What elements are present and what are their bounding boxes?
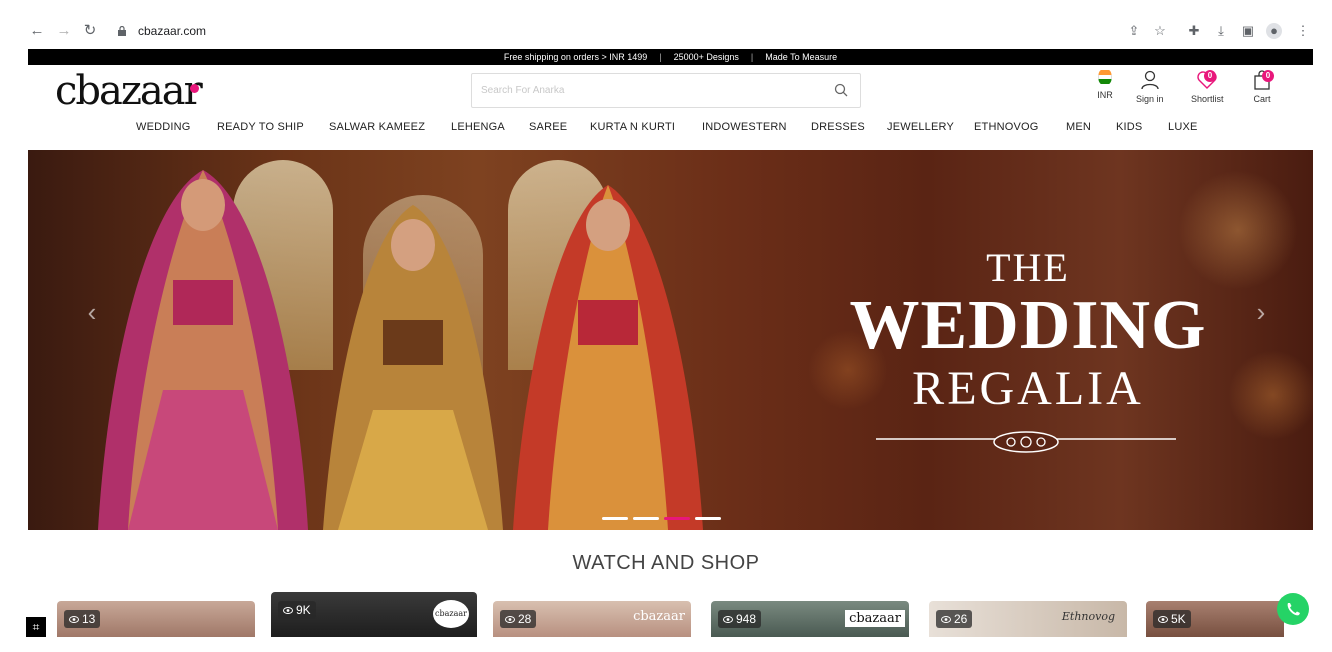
view-count: 28 [500,610,537,628]
promo-measure: Made To Measure [765,52,838,62]
category-nav: WEDDING READY TO SHIP SALWAR KAMEEZ LEHE… [0,121,1332,137]
hero-banner[interactable]: THE WEDDING REGALIA ‹ › [28,150,1313,530]
carousel-dot-active[interactable] [664,517,690,520]
share-icon[interactable]: ⇪ [1126,23,1142,39]
whatsapp-chat-button[interactable] [1277,593,1309,625]
sign-in-label: Sign in [1136,94,1164,104]
logo-dot [190,84,199,93]
nav-kids[interactable]: KIDS [1116,121,1142,133]
hero-line-the: THE [986,245,1070,290]
carousel-dots [602,507,726,525]
nav-ready-to-ship[interactable]: READY TO SHIP [217,121,304,133]
hero-headline: THE WEDDING REGALIA [828,246,1228,416]
profile-icon[interactable]: ● [1266,23,1282,39]
view-count: 26 [936,610,973,628]
promo-shipping: Free shipping on orders > INR 1499 [503,52,648,62]
card-brand-logo: cbazaar [845,610,905,627]
eye-icon [1158,616,1168,623]
url-text[interactable]: cbazaar.com [138,24,206,38]
video-card[interactable]: 948 cbazaar [711,601,909,637]
currency-label: INR [1097,90,1113,100]
user-icon [1141,70,1159,90]
card-brand-logo: cbazaar [633,609,685,624]
promo-designs: 25000+ Designs [673,52,739,62]
accessibility-icon[interactable]: ⌗ [26,617,46,637]
lock-icon [118,26,126,36]
nav-wedding[interactable]: WEDDING [136,121,191,133]
nav-jewellery[interactable]: JEWELLERY [887,121,954,133]
back-icon[interactable]: ← [28,22,46,40]
ornament-divider-icon [876,431,1176,453]
cart-link[interactable]: 0 Cart [1252,70,1274,104]
view-count: 5K [1153,610,1191,628]
watch-and-shop-title: WATCH AND SHOP [572,552,760,574]
forward-icon[interactable]: → [55,22,73,40]
promo-strip: Free shipping on orders > INR 1499 | 25000… [28,49,1313,65]
shortlist-link[interactable]: 0 Shortlist [1191,70,1224,104]
carousel-dot[interactable] [602,517,628,520]
nav-men[interactable]: MEN [1066,121,1091,133]
eye-icon [505,616,515,623]
browser-toolbar: ← → ↻ cbazaar.com ⇪ ☆ ✚ ⤓ ▣ ● ⋮ [0,0,1332,48]
site-logo[interactable]: cbazaar [55,68,203,114]
promo-separator: | [750,52,754,62]
nav-indowestern[interactable]: INDOWESTERN [702,121,787,133]
sidepanel-icon[interactable]: ▣ [1240,23,1256,39]
extensions-icon[interactable]: ✚ [1186,23,1202,39]
video-card[interactable]: 13 [57,601,255,637]
view-count: 948 [718,610,762,628]
video-card[interactable]: 5K [1146,601,1284,637]
nav-salwar-kameez[interactable]: SALWAR KAMEEZ [329,121,425,133]
eye-icon [723,616,733,623]
reload-icon[interactable]: ↻ [81,22,99,40]
sign-in-link[interactable]: Sign in [1136,70,1164,104]
view-count-value: 13 [82,612,96,626]
cart-count-badge: 0 [1262,70,1274,82]
view-count: 13 [64,610,101,628]
browser-window: ← → ↻ cbazaar.com ⇪ ☆ ✚ ⤓ ▣ ● ⋮ Free shi… [0,0,1332,652]
search-icon[interactable] [834,83,848,97]
shortlist-label: Shortlist [1191,94,1224,104]
menu-dots-icon[interactable]: ⋮ [1295,23,1311,39]
nav-luxe[interactable]: LUXE [1168,121,1198,133]
carousel-dot[interactable] [695,517,721,520]
star-icon[interactable]: ☆ [1152,23,1168,39]
nav-saree[interactable]: SAREE [529,121,567,133]
download-icon[interactable]: ⤓ [1213,23,1229,39]
video-card[interactable]: 28 cbazaar [493,601,691,637]
video-card[interactable]: 9K cbazaar [271,592,477,637]
nav-kurta-n-kurti[interactable]: KURTA N KURTI [590,121,675,133]
view-count-value: 28 [518,612,532,626]
whatsapp-icon [1287,603,1300,616]
view-count-value: 26 [954,612,968,626]
nav-dresses[interactable]: DRESSES [811,121,865,133]
view-count-value: 9K [296,603,311,617]
eye-icon [69,616,79,623]
model-pink-lehenga [98,170,308,530]
hero-next-arrow-icon[interactable]: › [1251,299,1271,325]
card-brand-logo: cbazaar [433,600,469,628]
view-count-value: 948 [736,612,757,626]
nav-ethnovog[interactable]: ETHNOVOG [974,121,1039,133]
search-bar [471,73,861,108]
cart-label: Cart [1253,94,1271,104]
view-count: 9K [278,601,316,619]
currency-selector[interactable]: INR [1097,68,1113,100]
shortlist-count-badge: 0 [1204,70,1216,82]
view-count-value: 5K [1171,612,1186,626]
india-flag-icon [1098,68,1112,86]
hero-line-regalia: REGALIA [912,362,1144,415]
video-card[interactable]: 26 Ethnovog [929,601,1127,637]
bokeh-light [1228,350,1313,440]
card-brand-logo: Ethnovog [1061,610,1115,623]
model-red-lehenga [513,185,703,530]
eye-icon [283,607,293,614]
search-input[interactable] [472,74,812,107]
hero-line-wedding: WEDDING [849,287,1207,364]
promo-separator: | [659,52,662,62]
carousel-dot[interactable] [633,517,659,520]
hero-prev-arrow-icon[interactable]: ‹ [82,299,102,325]
nav-lehenga[interactable]: LEHENGA [451,121,505,133]
eye-icon [941,616,951,623]
